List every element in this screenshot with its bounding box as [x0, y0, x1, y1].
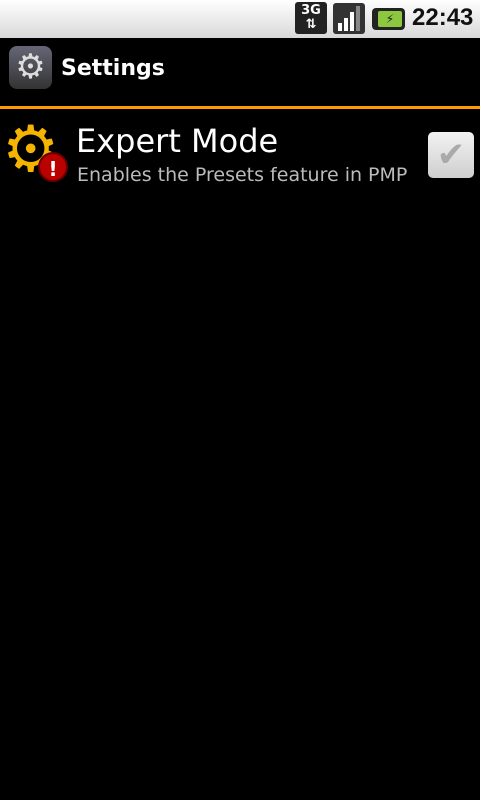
preference-title: Expert Mode — [76, 122, 279, 160]
clock: 22:43 — [412, 4, 474, 31]
expert-mode-checkbox[interactable]: ✔ — [428, 132, 474, 178]
signal-icon — [333, 3, 365, 34]
title-divider — [0, 106, 480, 109]
settings-gear-icon: ⚙ — [9, 46, 52, 89]
preference-summary: Enables the Presets feature in PMP — [77, 164, 408, 186]
preference-expert-mode[interactable]: ⚙ ! Expert Mode Enables the Presets feat… — [0, 110, 480, 202]
3g-data-icon: 3G ⇅ — [295, 2, 327, 34]
status-bar: 3G ⇅ ⚡ 22:43 — [0, 0, 480, 38]
title-bar: ⚙ Settings — [0, 38, 480, 106]
battery-charging-icon: ⚡ — [372, 8, 405, 30]
page-title: Settings — [61, 56, 165, 81]
warning-icon: ! — [38, 152, 68, 182]
